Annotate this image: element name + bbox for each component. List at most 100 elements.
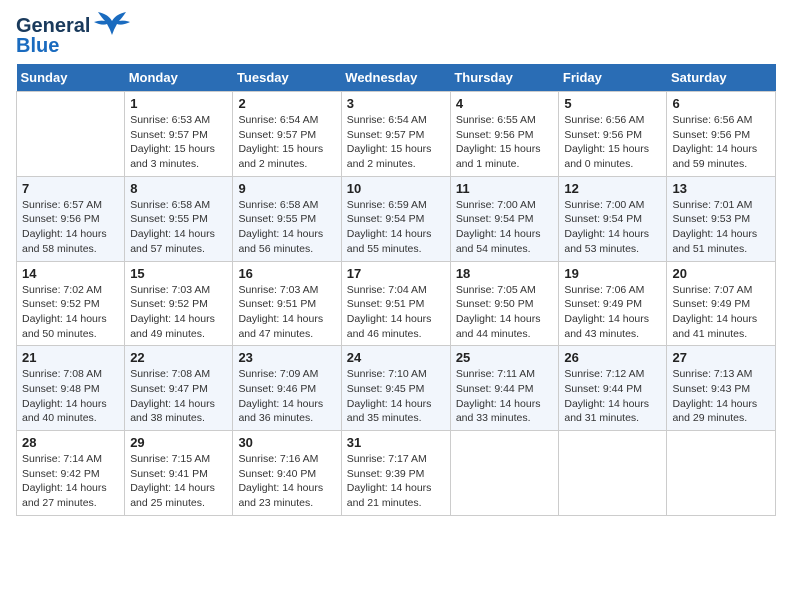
- day-number: 31: [347, 435, 445, 450]
- logo-blue-name: Blue: [16, 36, 90, 56]
- calendar-cell: 10 Sunrise: 6:59 AMSunset: 9:54 PMDayligh…: [341, 176, 450, 261]
- day-number: 21: [22, 350, 119, 365]
- cell-content: Sunrise: 6:56 AMSunset: 9:56 PMDaylight:…: [564, 113, 661, 172]
- calendar-cell: 1Sunrise: 6:53 AMSunset: 9:57 PMDaylight…: [125, 92, 233, 177]
- calendar-cell: 2Sunrise: 6:54 AMSunset: 9:57 PMDaylight…: [233, 92, 341, 177]
- day-number: 24: [347, 350, 445, 365]
- cell-content: Sunrise: 7:03 AMSunset: 9:51 PMDaylight:…: [238, 283, 335, 342]
- day-number: 17: [347, 266, 445, 281]
- calendar-cell: 22Sunrise: 7:08 AMSunset: 9:47 PMDayligh…: [125, 346, 233, 431]
- calendar-cell: 15 Sunrise: 7:03 AMSunset: 9:52 PMDayligh…: [125, 261, 233, 346]
- cell-content: Sunrise: 7:05 AMSunset: 9:50 PMDaylight:…: [456, 283, 554, 342]
- col-header-friday: Friday: [559, 64, 667, 92]
- day-number: 19: [564, 266, 661, 281]
- cell-content: Sunrise: 7:00 AMSunset: 9:54 PMDaylight:…: [456, 198, 554, 257]
- logo: General Blue: [16, 16, 130, 56]
- week-row-5: 28 Sunrise: 7:14 AMSunset: 9:42 PMDayligh…: [17, 431, 776, 516]
- cell-content: Sunrise: 6:54 AMSunset: 9:57 PMDaylight:…: [347, 113, 445, 172]
- cell-content: Sunrise: 7:00 AMSunset: 9:54 PMDaylight:…: [564, 198, 661, 257]
- cell-content: Sunrise: 6:59 AMSunset: 9:54 PMDaylight:…: [347, 198, 445, 257]
- day-number: 5: [564, 96, 661, 111]
- calendar-header-row: SundayMondayTuesdayWednesdayThursdayFrid…: [17, 64, 776, 92]
- calendar-cell: 26 Sunrise: 7:12 AMSunset: 9:44 PMDayligh…: [559, 346, 667, 431]
- calendar-cell: 29 Sunrise: 7:15 AMSunset: 9:41 PMDayligh…: [125, 431, 233, 516]
- day-number: 18: [456, 266, 554, 281]
- col-header-sunday: Sunday: [17, 64, 125, 92]
- cell-content: Sunrise: 7:13 AMSunset: 9:43 PMDaylight:…: [672, 367, 770, 426]
- col-header-saturday: Saturday: [667, 64, 776, 92]
- calendar-cell: 24 Sunrise: 7:10 AMSunset: 9:45 PMDayligh…: [341, 346, 450, 431]
- logo-container: General Blue: [16, 16, 130, 56]
- week-row-2: 7Sunrise: 6:57 AMSunset: 9:56 PMDaylight…: [17, 176, 776, 261]
- cell-content: Sunrise: 7:14 AMSunset: 9:42 PMDaylight:…: [22, 452, 119, 511]
- cell-content: Sunrise: 6:55 AMSunset: 9:56 PMDaylight:…: [456, 113, 554, 172]
- week-row-4: 21 Sunrise: 7:08 AMSunset: 9:48 PMDayligh…: [17, 346, 776, 431]
- day-number: 29: [130, 435, 227, 450]
- cell-content: Sunrise: 6:58 AMSunset: 9:55 PMDaylight:…: [130, 198, 227, 257]
- col-header-wednesday: Wednesday: [341, 64, 450, 92]
- logo-text-container: General Blue: [16, 16, 90, 56]
- day-number: 14: [22, 266, 119, 281]
- day-number: 26: [564, 350, 661, 365]
- calendar-cell: 11Sunrise: 7:00 AMSunset: 9:54 PMDayligh…: [450, 176, 559, 261]
- day-number: 12: [564, 181, 661, 196]
- day-number: 2: [238, 96, 335, 111]
- cell-content: Sunrise: 7:15 AMSunset: 9:41 PMDaylight:…: [130, 452, 227, 511]
- day-number: 27: [672, 350, 770, 365]
- calendar-cell: 25Sunrise: 7:11 AMSunset: 9:44 PMDayligh…: [450, 346, 559, 431]
- cell-content: Sunrise: 7:10 AMSunset: 9:45 PMDaylight:…: [347, 367, 445, 426]
- calendar-cell: 5 Sunrise: 6:56 AMSunset: 9:56 PMDaylight…: [559, 92, 667, 177]
- calendar-cell: [559, 431, 667, 516]
- cell-content: Sunrise: 6:56 AMSunset: 9:56 PMDaylight:…: [672, 113, 770, 172]
- col-header-tuesday: Tuesday: [233, 64, 341, 92]
- cell-content: Sunrise: 7:09 AMSunset: 9:46 PMDaylight:…: [238, 367, 335, 426]
- day-number: 3: [347, 96, 445, 111]
- day-number: 30: [238, 435, 335, 450]
- calendar-cell: 23Sunrise: 7:09 AMSunset: 9:46 PMDayligh…: [233, 346, 341, 431]
- calendar-cell: 31 Sunrise: 7:17 AMSunset: 9:39 PMDayligh…: [341, 431, 450, 516]
- calendar-cell: [17, 92, 125, 177]
- cell-content: Sunrise: 7:03 AMSunset: 9:52 PMDaylight:…: [130, 283, 227, 342]
- calendar-cell: 8 Sunrise: 6:58 AMSunset: 9:55 PMDaylight…: [125, 176, 233, 261]
- week-row-3: 14 Sunrise: 7:02 AMSunset: 9:52 PMDayligh…: [17, 261, 776, 346]
- week-row-1: 1Sunrise: 6:53 AMSunset: 9:57 PMDaylight…: [17, 92, 776, 177]
- calendar-cell: 9 Sunrise: 6:58 AMSunset: 9:55 PMDaylight…: [233, 176, 341, 261]
- day-number: 28: [22, 435, 119, 450]
- cell-content: Sunrise: 7:08 AMSunset: 9:48 PMDaylight:…: [22, 367, 119, 426]
- calendar-cell: 7Sunrise: 6:57 AMSunset: 9:56 PMDaylight…: [17, 176, 125, 261]
- cell-content: Sunrise: 6:53 AMSunset: 9:57 PMDaylight:…: [130, 113, 227, 172]
- calendar-cell: 6Sunrise: 6:56 AMSunset: 9:56 PMDaylight…: [667, 92, 776, 177]
- day-number: 22: [130, 350, 227, 365]
- calendar-cell: 14 Sunrise: 7:02 AMSunset: 9:52 PMDayligh…: [17, 261, 125, 346]
- day-number: 25: [456, 350, 554, 365]
- cell-content: Sunrise: 7:16 AMSunset: 9:40 PMDaylight:…: [238, 452, 335, 511]
- calendar-table: SundayMondayTuesdayWednesdayThursdayFrid…: [16, 64, 776, 516]
- day-number: 8: [130, 181, 227, 196]
- col-header-thursday: Thursday: [450, 64, 559, 92]
- calendar-cell: 20Sunrise: 7:07 AMSunset: 9:49 PMDayligh…: [667, 261, 776, 346]
- calendar-cell: 28 Sunrise: 7:14 AMSunset: 9:42 PMDayligh…: [17, 431, 125, 516]
- cell-content: Sunrise: 7:02 AMSunset: 9:52 PMDaylight:…: [22, 283, 119, 342]
- day-number: 4: [456, 96, 554, 111]
- calendar-cell: 12 Sunrise: 7:00 AMSunset: 9:54 PMDayligh…: [559, 176, 667, 261]
- day-number: 15: [130, 266, 227, 281]
- day-number: 10: [347, 181, 445, 196]
- calendar-cell: 19 Sunrise: 7:06 AMSunset: 9:49 PMDayligh…: [559, 261, 667, 346]
- cell-content: Sunrise: 7:04 AMSunset: 9:51 PMDaylight:…: [347, 283, 445, 342]
- logo-name: General: [16, 16, 90, 36]
- cell-content: Sunrise: 6:58 AMSunset: 9:55 PMDaylight:…: [238, 198, 335, 257]
- day-number: 16: [238, 266, 335, 281]
- cell-content: Sunrise: 7:17 AMSunset: 9:39 PMDaylight:…: [347, 452, 445, 511]
- day-number: 13: [672, 181, 770, 196]
- cell-content: Sunrise: 7:12 AMSunset: 9:44 PMDaylight:…: [564, 367, 661, 426]
- day-number: 7: [22, 181, 119, 196]
- logo-bird-container: [94, 11, 130, 46]
- calendar-cell: 21 Sunrise: 7:08 AMSunset: 9:48 PMDayligh…: [17, 346, 125, 431]
- calendar-cell: 27 Sunrise: 7:13 AMSunset: 9:43 PMDayligh…: [667, 346, 776, 431]
- day-number: 20: [672, 266, 770, 281]
- calendar-cell: 13Sunrise: 7:01 AMSunset: 9:53 PMDayligh…: [667, 176, 776, 261]
- day-number: 9: [238, 181, 335, 196]
- cell-content: Sunrise: 7:06 AMSunset: 9:49 PMDaylight:…: [564, 283, 661, 342]
- col-header-monday: Monday: [125, 64, 233, 92]
- calendar-cell: 17 Sunrise: 7:04 AMSunset: 9:51 PMDayligh…: [341, 261, 450, 346]
